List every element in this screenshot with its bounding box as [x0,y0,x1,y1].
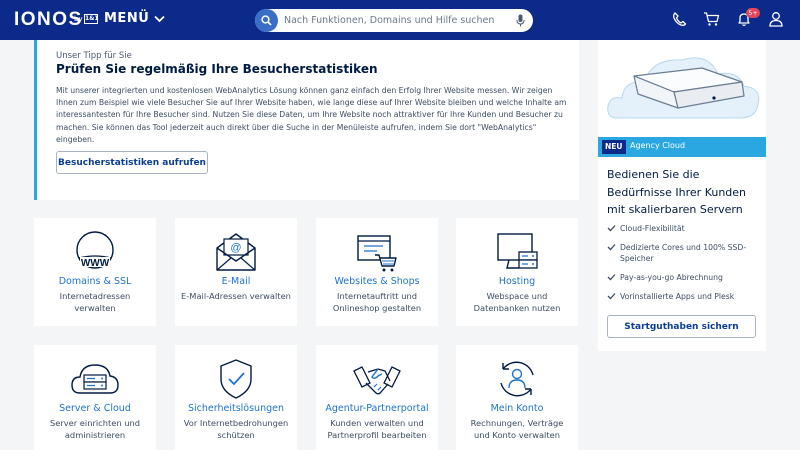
promo-title: Bedienen Sie die Bedürfnisse Ihrer Kunde… [607,168,747,216]
handshake-icon [353,366,401,395]
tile-title: Hosting [498,276,536,287]
agency-cloud-promo-card: NEU Agency Cloud Bedienen Sie die Bedürf… [598,40,766,351]
tile-description: Kunden verwalten und Partnerprofil bearb… [327,418,427,440]
envelope-icon: @ [216,233,256,271]
list-item: Cloud-Flexibilität [607,223,762,234]
tile-description: Internetauftritt und Onlineshop gestalte… [332,291,422,313]
menu-label: MENÜ [104,11,150,26]
checkmark-icon [607,274,616,281]
tip-title: Prüfen Sie regelmäßig Ihre Besucherstati… [56,62,378,76]
monitor-server-icon [497,233,538,269]
checkmark-icon [607,225,616,232]
promo-tag-label: Agency Cloud [630,141,686,150]
tip-card: Unser Tipp für Sie Prüfen Sie regelmäßig… [34,40,579,200]
promo-feature-list: Cloud-Flexibilität Dedizierte Cores und … [607,223,762,310]
cart-icon[interactable] [703,11,720,27]
phone-icon[interactable] [672,11,687,27]
notification-badge: 5+ [746,8,760,18]
feature-text: Pay-as-you-go Abrechnung [620,273,723,282]
tile-description: Internetadressen verwalten [59,291,131,313]
shield-check-icon [220,359,252,399]
search-bar [255,9,533,32]
account-circle-icon [500,361,534,397]
search-icon[interactable] [255,9,278,32]
new-badge: NEU [602,140,626,154]
user-icon[interactable] [769,11,783,27]
promo-tag-bar: NEU Agency Cloud [598,137,766,157]
tile-title: Server & Cloud [59,403,131,414]
list-item: Vorinstallierte Apps und Plesk [607,291,762,302]
tile-description: E-Mail-Adressen verwalten [181,291,291,301]
feature-text: Dedizierte Cores und 100% SSD-Speicher [620,243,747,263]
list-item: Pay-as-you-go Abrechnung [607,272,762,283]
tile-email[interactable]: @ E-Mail E-Mail-Adressen verwalten [175,218,297,326]
checkmark-icon [607,293,616,300]
start-credit-button[interactable]: Startguthaben sichern [607,315,756,338]
tile-description: Server einrichten und administrieren [49,418,141,440]
tile-agency-partner-portal[interactable]: Agentur-Partnerportal Kunden verwalten u… [316,345,438,450]
tile-description: Rechnungen, Verträge und Konto verwalten [470,418,564,440]
tile-hosting[interactable]: Hosting Webspace und Datenbanken nutzen [456,218,578,326]
cloud-server-icon [71,364,119,394]
tile-title: Agentur-Partnerportal [325,403,429,414]
tile-description: Vor Internetbedrohungen schützen [183,418,289,440]
tile-security[interactable]: Sicherheitslösungen Vor Internetbedrohun… [175,345,297,450]
checkmark-icon [607,244,616,251]
website-cart-icon [357,235,397,272]
list-item: Dedizierte Cores und 100% SSD-Speicher [607,242,762,264]
tile-title: Websites & Shops [334,276,420,287]
tile-domains-ssl[interactable]: WWW Domains & SSL Internetadressen verwa… [34,218,156,326]
logo-1und1-box: 1&1 [84,14,99,24]
logo-by-text: by [74,15,83,23]
search-input[interactable] [284,12,504,29]
svg-text:@: @ [230,242,241,254]
menu-button[interactable]: MENÜ [104,11,165,26]
svg-text:WWW: WWW [81,258,110,269]
cloud-server-illustration [607,57,760,119]
tile-websites-shops[interactable]: Websites & Shops Internetauftritt und On… [316,218,438,326]
globe-www-icon: WWW [76,231,114,269]
microphone-icon[interactable] [516,14,525,27]
top-navigation-bar: IONOS by 1&1 MENÜ 5+ [0,0,800,40]
tile-description: Webspace und Datenbanken nutzen [473,291,561,313]
ionos-logo[interactable]: IONOS [14,9,83,31]
feature-text: Vorinstallierte Apps und Plesk [620,292,735,301]
tile-title: E-Mail [221,276,251,287]
tile-title: Domains & SSL [58,276,132,287]
tip-eyebrow: Unser Tipp für Sie [56,51,132,61]
tile-server-cloud[interactable]: Server & Cloud Server einrichten und adm… [34,345,156,450]
visitor-statistics-button[interactable]: Besucherstatistiken aufrufen [56,151,208,174]
tip-body: Mit unserer integrierten und kostenlosen… [56,86,567,144]
feature-text: Cloud-Flexibilität [620,224,685,233]
chevron-down-icon [154,15,165,22]
tile-title: Mein Konto [490,403,544,414]
tile-title: Sicherheitslösungen [187,403,285,414]
tile-my-account[interactable]: Mein Konto Rechnungen, Verträge und Kont… [456,345,578,450]
